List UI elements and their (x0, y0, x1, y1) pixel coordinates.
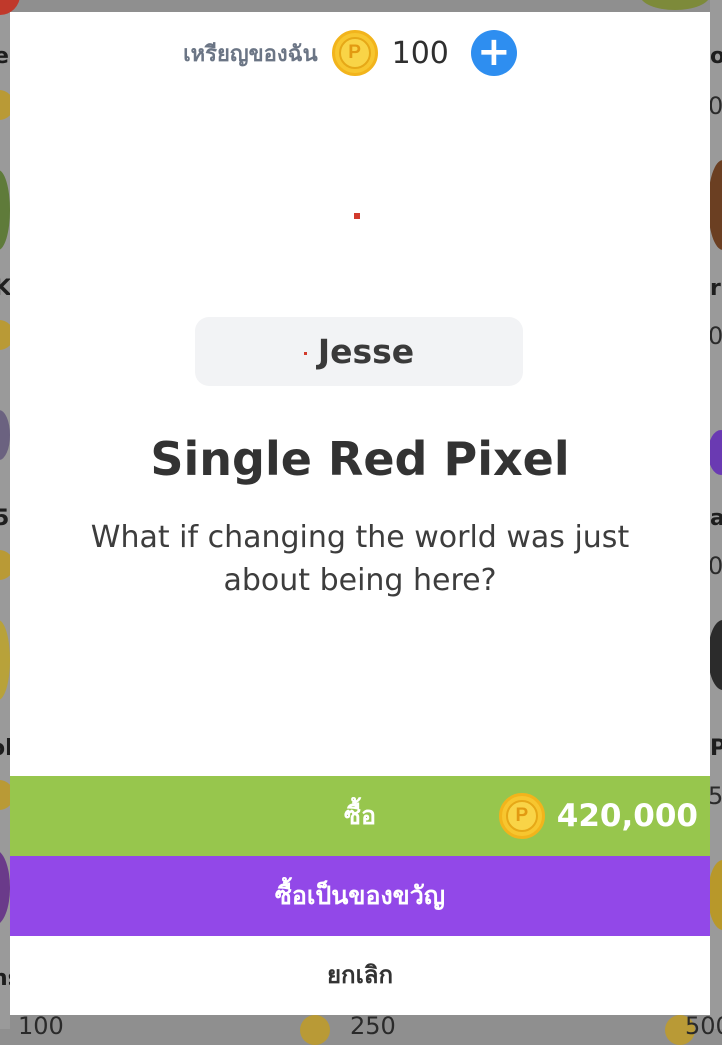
background-item-price: 100 (18, 1012, 64, 1040)
coin-symbol: P (338, 37, 371, 69)
sticker-preview-red-pixel (354, 213, 360, 219)
my-coins-bar: เหรียญของฉัน P 100 + (10, 26, 710, 80)
background-item-label: ar (710, 506, 722, 531)
background-item-price: 50 (708, 782, 722, 810)
my-coins-count: 100 (391, 35, 449, 71)
buy-as-gift-button[interactable]: ซื้อเป็นของขวัญ (10, 856, 710, 936)
background-item-price: 250 (350, 1012, 396, 1040)
item-description: What if changing the world was just abou… (90, 520, 630, 598)
coin-symbol: P (505, 800, 538, 832)
background-item-label: 5 (0, 506, 10, 531)
background-item-price: 00 (708, 322, 722, 350)
background-item-price: 0 (708, 552, 722, 580)
coin-icon: P (331, 30, 378, 76)
buy-price-value: 420,000 (556, 798, 698, 834)
background-sticker (640, 0, 710, 10)
purchase-modal: เหรียญของฉัน P 100 + Jesse Single Red Pi… (10, 12, 710, 1015)
background-item-label: Pla (710, 736, 722, 761)
buy-price: P 420,000 (498, 792, 698, 840)
background-item-price: 500 (685, 1012, 722, 1040)
cancel-button[interactable]: ยกเลิก (10, 936, 710, 1015)
item-title: Single Red Pixel (150, 432, 570, 486)
my-coins-label: เหรียญของฉัน (183, 41, 318, 67)
background-item-price: 00 (708, 92, 722, 120)
add-coins-button[interactable]: + (470, 30, 517, 76)
background-item-label: oi (710, 44, 722, 69)
author-name: Jesse (317, 332, 415, 371)
buy-button[interactable]: ซื้อ P 420,000 (10, 776, 710, 856)
author-chip[interactable]: Jesse (195, 317, 523, 386)
background-item-label: ri (710, 276, 722, 301)
background-coin-icon (300, 1015, 330, 1045)
author-avatar-icon (303, 352, 307, 355)
coin-icon: P (498, 793, 545, 839)
